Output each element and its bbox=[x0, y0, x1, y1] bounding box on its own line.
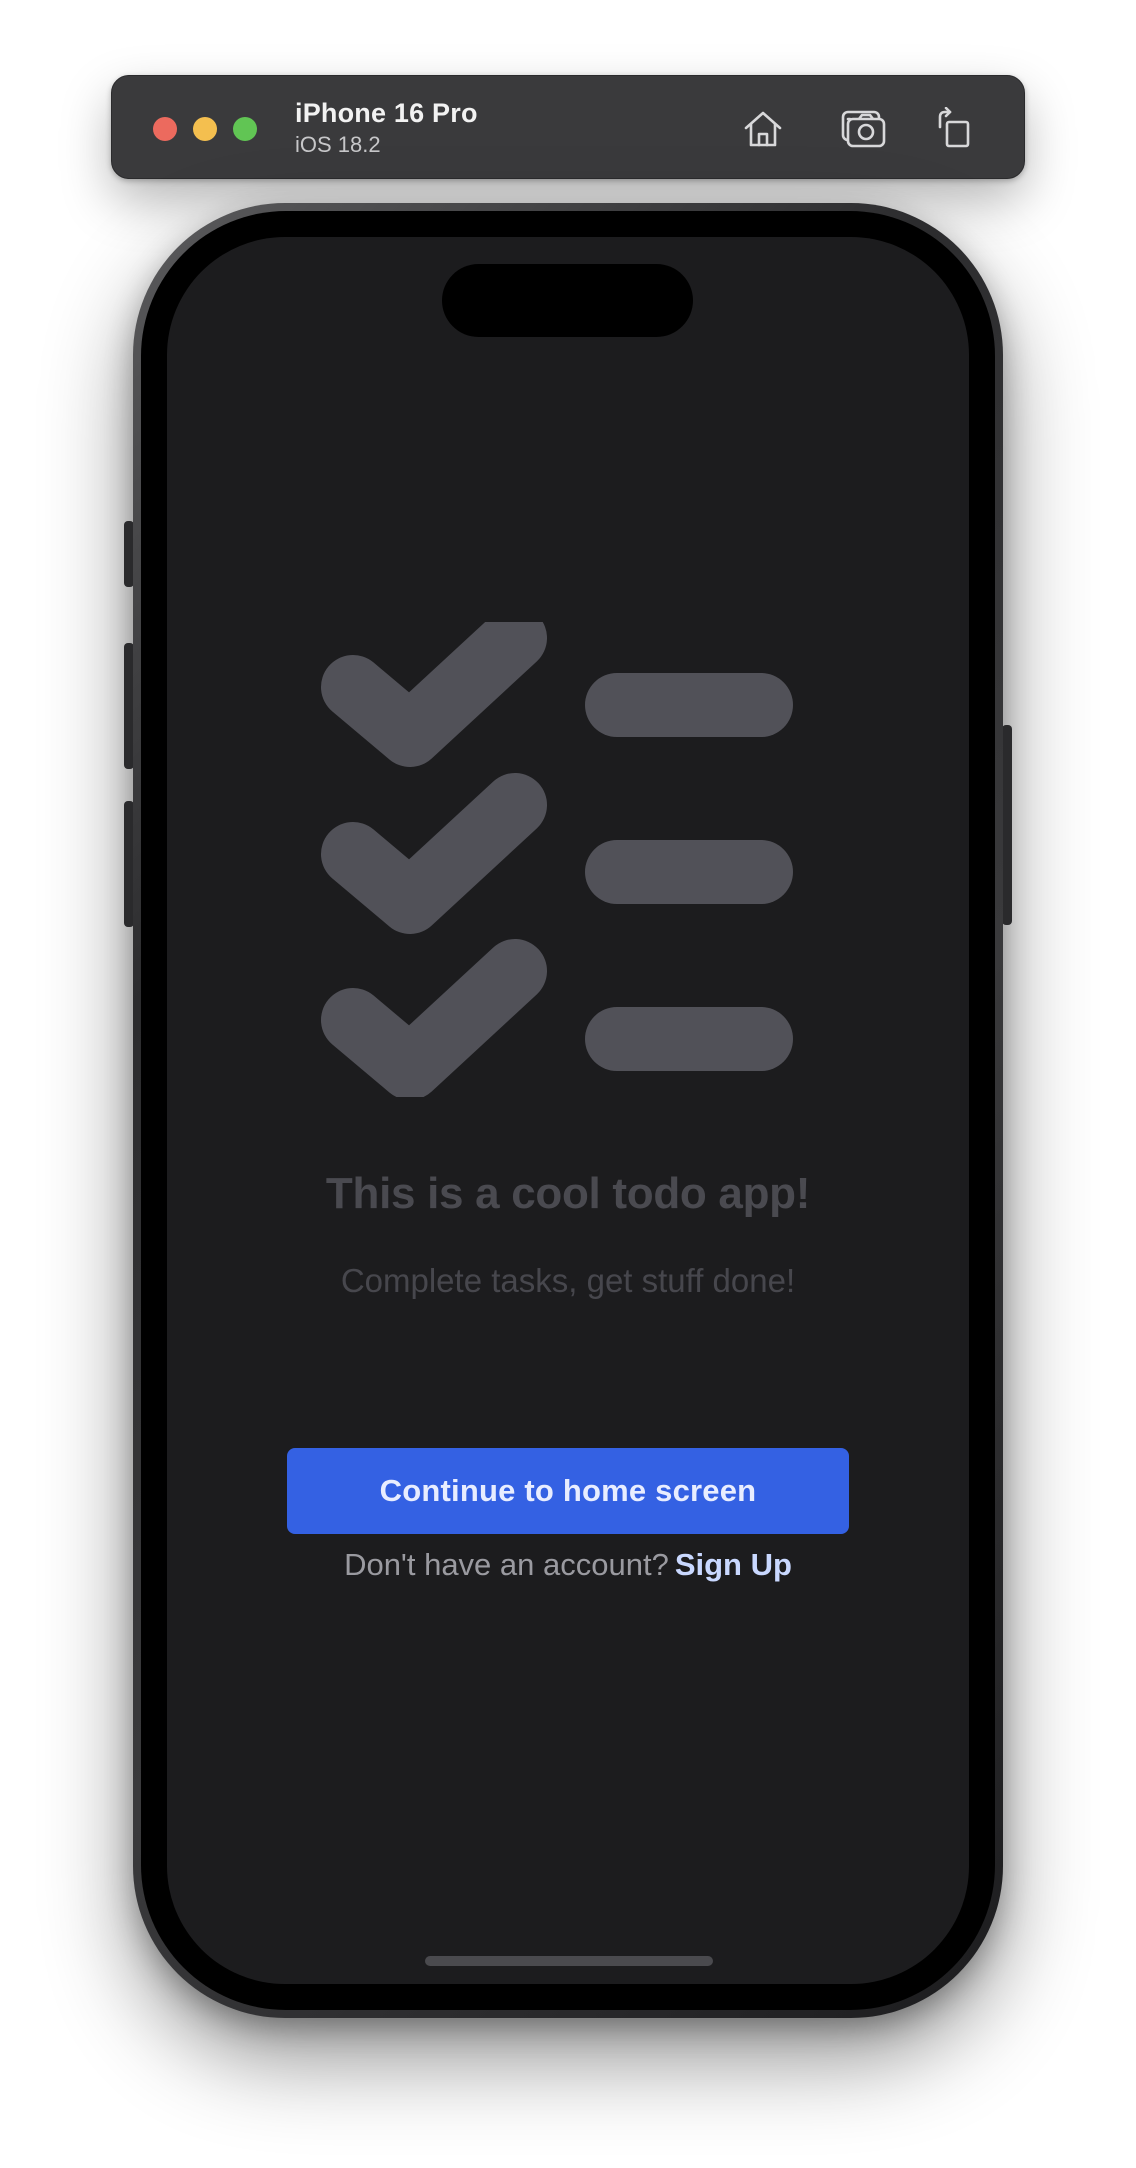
dynamic-island bbox=[442, 264, 693, 337]
simulator-titlebar: iPhone 16 Pro iOS 18.2 bbox=[111, 75, 1025, 179]
checkmark-3 bbox=[321, 939, 547, 1097]
checkmark-1 bbox=[321, 622, 547, 767]
signup-link[interactable]: Sign Up bbox=[675, 1547, 792, 1582]
device-name: iPhone 16 Pro bbox=[295, 98, 478, 128]
home-button[interactable] bbox=[737, 103, 789, 155]
page-subtitle: Complete tasks, get stuff done! bbox=[340, 1262, 796, 1299]
camera-icon bbox=[841, 110, 886, 148]
phone-screen: This is a cool todo app! Complete tasks,… bbox=[167, 237, 969, 1984]
screenshot-button[interactable] bbox=[837, 103, 889, 155]
rotate-icon bbox=[938, 107, 970, 148]
window-close-button[interactable] bbox=[153, 117, 177, 141]
rotate-button[interactable] bbox=[928, 103, 980, 155]
os-version: iOS 18.2 bbox=[295, 132, 381, 157]
checkmark-2 bbox=[321, 773, 547, 934]
page-title: This is a cool todo app! bbox=[325, 1169, 811, 1218]
simulator-stage: iPhone 16 Pro iOS 18.2 This is a cool to… bbox=[0, 0, 1136, 2168]
window-zoom-button[interactable] bbox=[233, 117, 257, 141]
checklist-icon bbox=[321, 622, 793, 1097]
home-icon bbox=[744, 111, 782, 147]
side-power-button[interactable] bbox=[1002, 725, 1012, 925]
window-minimize-button[interactable] bbox=[193, 117, 217, 141]
home-indicator[interactable] bbox=[425, 1956, 713, 1966]
continue-button[interactable]: Continue to home screen bbox=[287, 1448, 849, 1534]
signup-row: Don't have an account? Sign Up bbox=[167, 1543, 969, 1587]
signup-prompt: Don't have an account? bbox=[344, 1547, 669, 1582]
